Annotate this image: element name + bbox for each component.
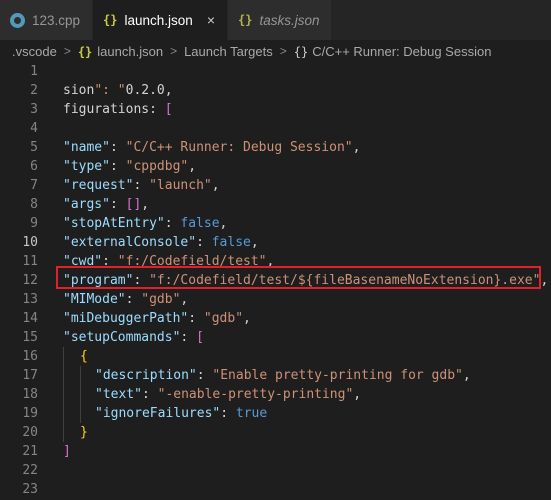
code-text: ] bbox=[63, 444, 71, 459]
line-number: 7 bbox=[30, 178, 38, 193]
code-line[interactable]: 18 "text": "-enable-pretty-printing", bbox=[0, 385, 551, 404]
code-text: } bbox=[80, 425, 88, 440]
tab-label: launch.json bbox=[124, 12, 193, 28]
chevron-right-icon: > bbox=[63, 44, 71, 58]
line-number: 20 bbox=[22, 425, 38, 440]
code-line[interactable]: 11 "cwd": "f:/Codefield/test", bbox=[0, 252, 551, 271]
code-text: "name": "C/C++ Runner: Debug Session", bbox=[63, 140, 361, 155]
chevron-right-icon: > bbox=[170, 44, 178, 58]
tab-tasks-json[interactable]: {} tasks.json bbox=[228, 0, 333, 40]
code-line[interactable]: 2 sion": "0.2.0, bbox=[0, 81, 551, 100]
object-icon: {} bbox=[293, 44, 309, 59]
code-line[interactable]: 16 { bbox=[0, 347, 551, 366]
tab-launch-json[interactable]: {} launch.json × bbox=[93, 0, 228, 40]
code-line[interactable]: 23 bbox=[0, 480, 551, 499]
line-number: 3 bbox=[30, 102, 38, 117]
indent-guide bbox=[63, 404, 64, 423]
code-line[interactable]: 12 "program": "f:/Codefield/test/${fileBa… bbox=[0, 271, 551, 290]
line-number: 15 bbox=[22, 330, 38, 345]
code-line[interactable]: 1 bbox=[0, 62, 551, 81]
code-line[interactable]: 20} bbox=[0, 423, 551, 442]
breadcrumb-item-launch-json[interactable]: {} launch.json bbox=[78, 44, 163, 59]
code-text: { bbox=[80, 349, 88, 364]
tab-123-cpp[interactable]: 123.cpp bbox=[0, 0, 94, 40]
code-line[interactable]: 5 "name": "C/C++ Runner: Debug Session", bbox=[0, 138, 551, 157]
json-braces-icon: {} bbox=[103, 13, 118, 27]
indent-guide bbox=[63, 423, 64, 442]
tab-bar-empty-space bbox=[332, 0, 551, 40]
code-line[interactable]: 7 "request": "launch", bbox=[0, 176, 551, 195]
code-text: "externalConsole": false, bbox=[63, 235, 259, 250]
line-number: 22 bbox=[22, 463, 38, 478]
code-line[interactable]: 8 "args": [], bbox=[0, 195, 551, 214]
line-number: 5 bbox=[30, 140, 38, 155]
line-number: 12 bbox=[22, 273, 38, 288]
code-text: "args": [], bbox=[63, 197, 150, 212]
code-text: "type": "cppdbg", bbox=[63, 159, 197, 174]
line-number: 2 bbox=[30, 83, 38, 98]
code-text: "ignoreFailures": true bbox=[95, 406, 268, 421]
code-line[interactable]: 10 "externalConsole": false, bbox=[0, 233, 551, 252]
tab-bar: 123.cpp {} launch.json × {} tasks.json bbox=[0, 0, 551, 40]
code-text: "text": "-enable-pretty-printing", bbox=[95, 387, 362, 402]
code-text: "cwd": "f:/Codefield/test", bbox=[63, 254, 275, 269]
line-number: 18 bbox=[22, 387, 38, 402]
line-number: 10 bbox=[22, 235, 38, 250]
line-number: 13 bbox=[22, 292, 38, 307]
line-number: 23 bbox=[22, 482, 38, 497]
line-number: 1 bbox=[30, 64, 38, 79]
code-line[interactable]: 22 bbox=[0, 461, 551, 480]
code-text: "MIMode": "gdb", bbox=[63, 292, 189, 307]
tab-label: tasks.json bbox=[259, 12, 320, 28]
code-editor[interactable]: 1 2 sion": "0.2.0, 3 figurations: [4 5 "name":… bbox=[0, 62, 551, 500]
json-braces-icon: {} bbox=[77, 44, 93, 59]
line-number: 19 bbox=[22, 406, 38, 421]
code-line[interactable]: 21] bbox=[0, 442, 551, 461]
indent-guide bbox=[80, 385, 81, 404]
line-number: 17 bbox=[22, 368, 38, 383]
indent-guide bbox=[80, 366, 81, 385]
code-line[interactable]: 14 "miDebuggerPath": "gdb", bbox=[0, 309, 551, 328]
breadcrumb-item-launch-targets[interactable]: Launch Targets bbox=[184, 44, 273, 59]
code-line[interactable]: 4 bbox=[0, 119, 551, 138]
indent-guide bbox=[63, 347, 64, 366]
line-number: 9 bbox=[30, 216, 38, 231]
indent-guide bbox=[63, 385, 64, 404]
line-number: 21 bbox=[22, 444, 38, 459]
code-line[interactable]: 19 "ignoreFailures": true bbox=[0, 404, 551, 423]
breadcrumb-item-vscode[interactable]: .vscode bbox=[12, 44, 57, 59]
code-text: "program": "f:/Codefield/test/${fileBase… bbox=[63, 273, 549, 288]
breadcrumb: .vscode > {} launch.json > Launch Targets… bbox=[0, 40, 551, 62]
line-number: 11 bbox=[22, 254, 38, 269]
code-line[interactable]: 3 figurations: [ bbox=[0, 100, 551, 119]
code-text: "request": "launch", bbox=[63, 178, 220, 193]
line-number: 4 bbox=[30, 121, 38, 136]
code-line[interactable]: 9 "stopAtEntry": false, bbox=[0, 214, 551, 233]
code-text: "description": "Enable pretty-printing f… bbox=[95, 368, 471, 383]
code-line[interactable]: 6 "type": "cppdbg", bbox=[0, 157, 551, 176]
code-text: "miDebuggerPath": "gdb", bbox=[63, 311, 251, 326]
code-line[interactable]: 13 "MIMode": "gdb", bbox=[0, 290, 551, 309]
json-braces-icon: {} bbox=[238, 13, 253, 27]
code-text: sion": "0.2.0, bbox=[63, 83, 173, 98]
indent-guide bbox=[80, 404, 81, 423]
indent-guide bbox=[63, 366, 64, 385]
cpp-file-icon bbox=[10, 12, 25, 28]
code-line[interactable]: 17 "description": "Enable pretty-printing… bbox=[0, 366, 551, 385]
close-icon[interactable]: × bbox=[207, 12, 215, 28]
chevron-right-icon: > bbox=[279, 44, 287, 58]
code-text: figurations: [ bbox=[63, 102, 173, 117]
breadcrumb-label: launch.json bbox=[97, 43, 164, 59]
code-text: "stopAtEntry": false, bbox=[63, 216, 228, 231]
tab-label: 123.cpp bbox=[32, 12, 81, 28]
line-number: 14 bbox=[22, 311, 38, 326]
line-number: 6 bbox=[30, 159, 38, 174]
code-text: "setupCommands": [ bbox=[63, 330, 204, 345]
breadcrumb-label: C/C++ Runner: Debug Session bbox=[312, 43, 492, 59]
line-number: 8 bbox=[30, 197, 38, 212]
code-line[interactable]: 15 "setupCommands": [ bbox=[0, 328, 551, 347]
breadcrumb-item-debug-session[interactable]: {} C/C++ Runner: Debug Session bbox=[294, 44, 492, 59]
line-number: 16 bbox=[22, 349, 38, 364]
